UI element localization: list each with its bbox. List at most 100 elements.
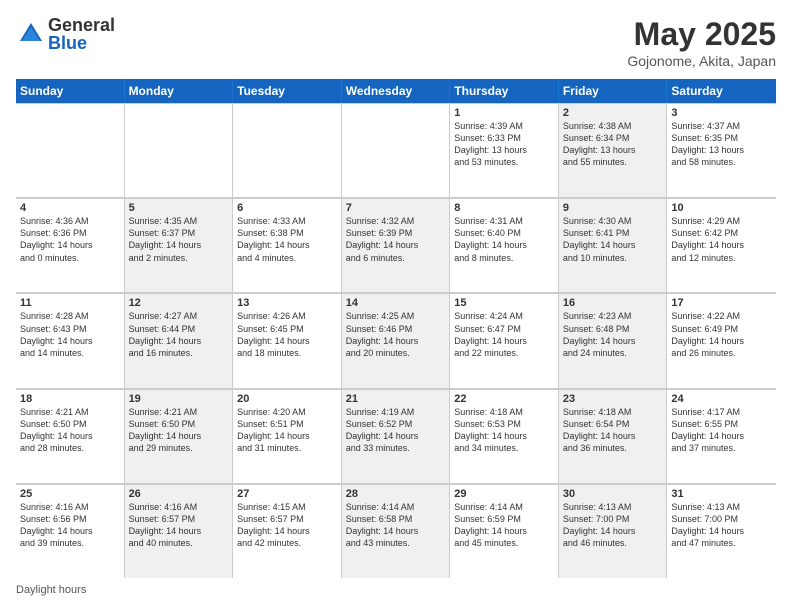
cell-info: Sunrise: 4:15 AM Sunset: 6:57 PM Dayligh… [237,501,337,550]
cell-info: Sunrise: 4:20 AM Sunset: 6:51 PM Dayligh… [237,406,337,455]
cell-info: Sunrise: 4:38 AM Sunset: 6:34 PM Dayligh… [563,120,663,169]
calendar-cell: 5Sunrise: 4:35 AM Sunset: 6:37 PM Daylig… [125,198,234,292]
day-number: 20 [237,393,337,405]
calendar-cell: 22Sunrise: 4:18 AM Sunset: 6:53 PM Dayli… [450,389,559,483]
calendar-cell: 24Sunrise: 4:17 AM Sunset: 6:55 PM Dayli… [667,389,776,483]
day-number: 2 [563,107,663,119]
cell-info: Sunrise: 4:27 AM Sunset: 6:44 PM Dayligh… [129,310,229,359]
calendar-cell: 20Sunrise: 4:20 AM Sunset: 6:51 PM Dayli… [233,389,342,483]
calendar-cell: 29Sunrise: 4:14 AM Sunset: 6:59 PM Dayli… [450,484,559,578]
cell-info: Sunrise: 4:21 AM Sunset: 6:50 PM Dayligh… [20,406,120,455]
day-number: 1 [454,107,554,119]
header: General Blue May 2025 Gojonome, Akita, J… [16,16,776,69]
calendar-header: SundayMondayTuesdayWednesdayThursdayFrid… [16,79,776,103]
day-number: 29 [454,488,554,500]
cell-info: Sunrise: 4:16 AM Sunset: 6:57 PM Dayligh… [129,501,229,550]
day-number: 7 [346,202,446,214]
calendar-cell: 8Sunrise: 4:31 AM Sunset: 6:40 PM Daylig… [450,198,559,292]
day-number: 30 [563,488,663,500]
calendar-cell: 18Sunrise: 4:21 AM Sunset: 6:50 PM Dayli… [16,389,125,483]
calendar-row: 25Sunrise: 4:16 AM Sunset: 6:56 PM Dayli… [16,484,776,578]
calendar-row: 4Sunrise: 4:36 AM Sunset: 6:36 PM Daylig… [16,198,776,293]
logo-icon [16,19,46,49]
day-number: 3 [671,107,772,119]
cell-info: Sunrise: 4:13 AM Sunset: 7:00 PM Dayligh… [563,501,663,550]
calendar-cell: 30Sunrise: 4:13 AM Sunset: 7:00 PM Dayli… [559,484,668,578]
cell-info: Sunrise: 4:23 AM Sunset: 6:48 PM Dayligh… [563,310,663,359]
calendar-cell: 16Sunrise: 4:23 AM Sunset: 6:48 PM Dayli… [559,293,668,387]
calendar-row: 18Sunrise: 4:21 AM Sunset: 6:50 PM Dayli… [16,389,776,484]
calendar-cell: 7Sunrise: 4:32 AM Sunset: 6:39 PM Daylig… [342,198,451,292]
day-number: 27 [237,488,337,500]
cell-info: Sunrise: 4:32 AM Sunset: 6:39 PM Dayligh… [346,215,446,264]
calendar-cell: 26Sunrise: 4:16 AM Sunset: 6:57 PM Dayli… [125,484,234,578]
logo-blue: Blue [48,34,115,52]
cell-info: Sunrise: 4:21 AM Sunset: 6:50 PM Dayligh… [129,406,229,455]
cell-info: Sunrise: 4:18 AM Sunset: 6:54 PM Dayligh… [563,406,663,455]
weekday-header: Wednesday [342,79,451,103]
calendar-cell: 1Sunrise: 4:39 AM Sunset: 6:33 PM Daylig… [450,103,559,197]
day-number: 26 [129,488,229,500]
day-number: 18 [20,393,120,405]
cell-info: Sunrise: 4:39 AM Sunset: 6:33 PM Dayligh… [454,120,554,169]
calendar-cell: 14Sunrise: 4:25 AM Sunset: 6:46 PM Dayli… [342,293,451,387]
calendar-cell: 17Sunrise: 4:22 AM Sunset: 6:49 PM Dayli… [667,293,776,387]
day-number: 21 [346,393,446,405]
day-number: 31 [671,488,772,500]
calendar-cell [16,103,125,197]
logo: General Blue [16,16,115,52]
cell-info: Sunrise: 4:17 AM Sunset: 6:55 PM Dayligh… [671,406,772,455]
calendar-cell: 19Sunrise: 4:21 AM Sunset: 6:50 PM Dayli… [125,389,234,483]
cell-info: Sunrise: 4:14 AM Sunset: 6:59 PM Dayligh… [454,501,554,550]
day-number: 14 [346,297,446,309]
cell-info: Sunrise: 4:14 AM Sunset: 6:58 PM Dayligh… [346,501,446,550]
cell-info: Sunrise: 4:13 AM Sunset: 7:00 PM Dayligh… [671,501,772,550]
day-number: 16 [563,297,663,309]
day-number: 6 [237,202,337,214]
calendar-cell: 15Sunrise: 4:24 AM Sunset: 6:47 PM Dayli… [450,293,559,387]
cell-info: Sunrise: 4:37 AM Sunset: 6:35 PM Dayligh… [671,120,772,169]
weekday-header: Monday [125,79,234,103]
calendar-cell: 3Sunrise: 4:37 AM Sunset: 6:35 PM Daylig… [667,103,776,197]
logo-general: General [48,16,115,34]
title-block: May 2025 Gojonome, Akita, Japan [627,16,776,69]
calendar-cell: 31Sunrise: 4:13 AM Sunset: 7:00 PM Dayli… [667,484,776,578]
day-number: 23 [563,393,663,405]
cell-info: Sunrise: 4:33 AM Sunset: 6:38 PM Dayligh… [237,215,337,264]
day-number: 9 [563,202,663,214]
page: General Blue May 2025 Gojonome, Akita, J… [0,0,792,612]
calendar-cell [125,103,234,197]
day-number: 12 [129,297,229,309]
cell-info: Sunrise: 4:19 AM Sunset: 6:52 PM Dayligh… [346,406,446,455]
weekday-header: Thursday [450,79,559,103]
day-number: 4 [20,202,120,214]
logo-text: General Blue [48,16,115,52]
calendar-cell: 10Sunrise: 4:29 AM Sunset: 6:42 PM Dayli… [667,198,776,292]
calendar-cell: 4Sunrise: 4:36 AM Sunset: 6:36 PM Daylig… [16,198,125,292]
calendar-row: 11Sunrise: 4:28 AM Sunset: 6:43 PM Dayli… [16,293,776,388]
calendar-cell: 6Sunrise: 4:33 AM Sunset: 6:38 PM Daylig… [233,198,342,292]
calendar-cell: 11Sunrise: 4:28 AM Sunset: 6:43 PM Dayli… [16,293,125,387]
calendar-cell [342,103,451,197]
calendar-cell: 25Sunrise: 4:16 AM Sunset: 6:56 PM Dayli… [16,484,125,578]
day-number: 25 [20,488,120,500]
calendar-row: 1Sunrise: 4:39 AM Sunset: 6:33 PM Daylig… [16,103,776,198]
calendar-cell: 12Sunrise: 4:27 AM Sunset: 6:44 PM Dayli… [125,293,234,387]
day-number: 28 [346,488,446,500]
cell-info: Sunrise: 4:36 AM Sunset: 6:36 PM Dayligh… [20,215,120,264]
day-number: 24 [671,393,772,405]
cell-info: Sunrise: 4:35 AM Sunset: 6:37 PM Dayligh… [129,215,229,264]
calendar-cell: 21Sunrise: 4:19 AM Sunset: 6:52 PM Dayli… [342,389,451,483]
calendar: SundayMondayTuesdayWednesdayThursdayFrid… [16,79,776,578]
cell-info: Sunrise: 4:22 AM Sunset: 6:49 PM Dayligh… [671,310,772,359]
location-subtitle: Gojonome, Akita, Japan [627,53,776,69]
weekday-header: Friday [559,79,668,103]
month-title: May 2025 [627,16,776,53]
cell-info: Sunrise: 4:24 AM Sunset: 6:47 PM Dayligh… [454,310,554,359]
cell-info: Sunrise: 4:28 AM Sunset: 6:43 PM Dayligh… [20,310,120,359]
cell-info: Sunrise: 4:29 AM Sunset: 6:42 PM Dayligh… [671,215,772,264]
day-number: 22 [454,393,554,405]
cell-info: Sunrise: 4:26 AM Sunset: 6:45 PM Dayligh… [237,310,337,359]
day-number: 8 [454,202,554,214]
cell-info: Sunrise: 4:30 AM Sunset: 6:41 PM Dayligh… [563,215,663,264]
